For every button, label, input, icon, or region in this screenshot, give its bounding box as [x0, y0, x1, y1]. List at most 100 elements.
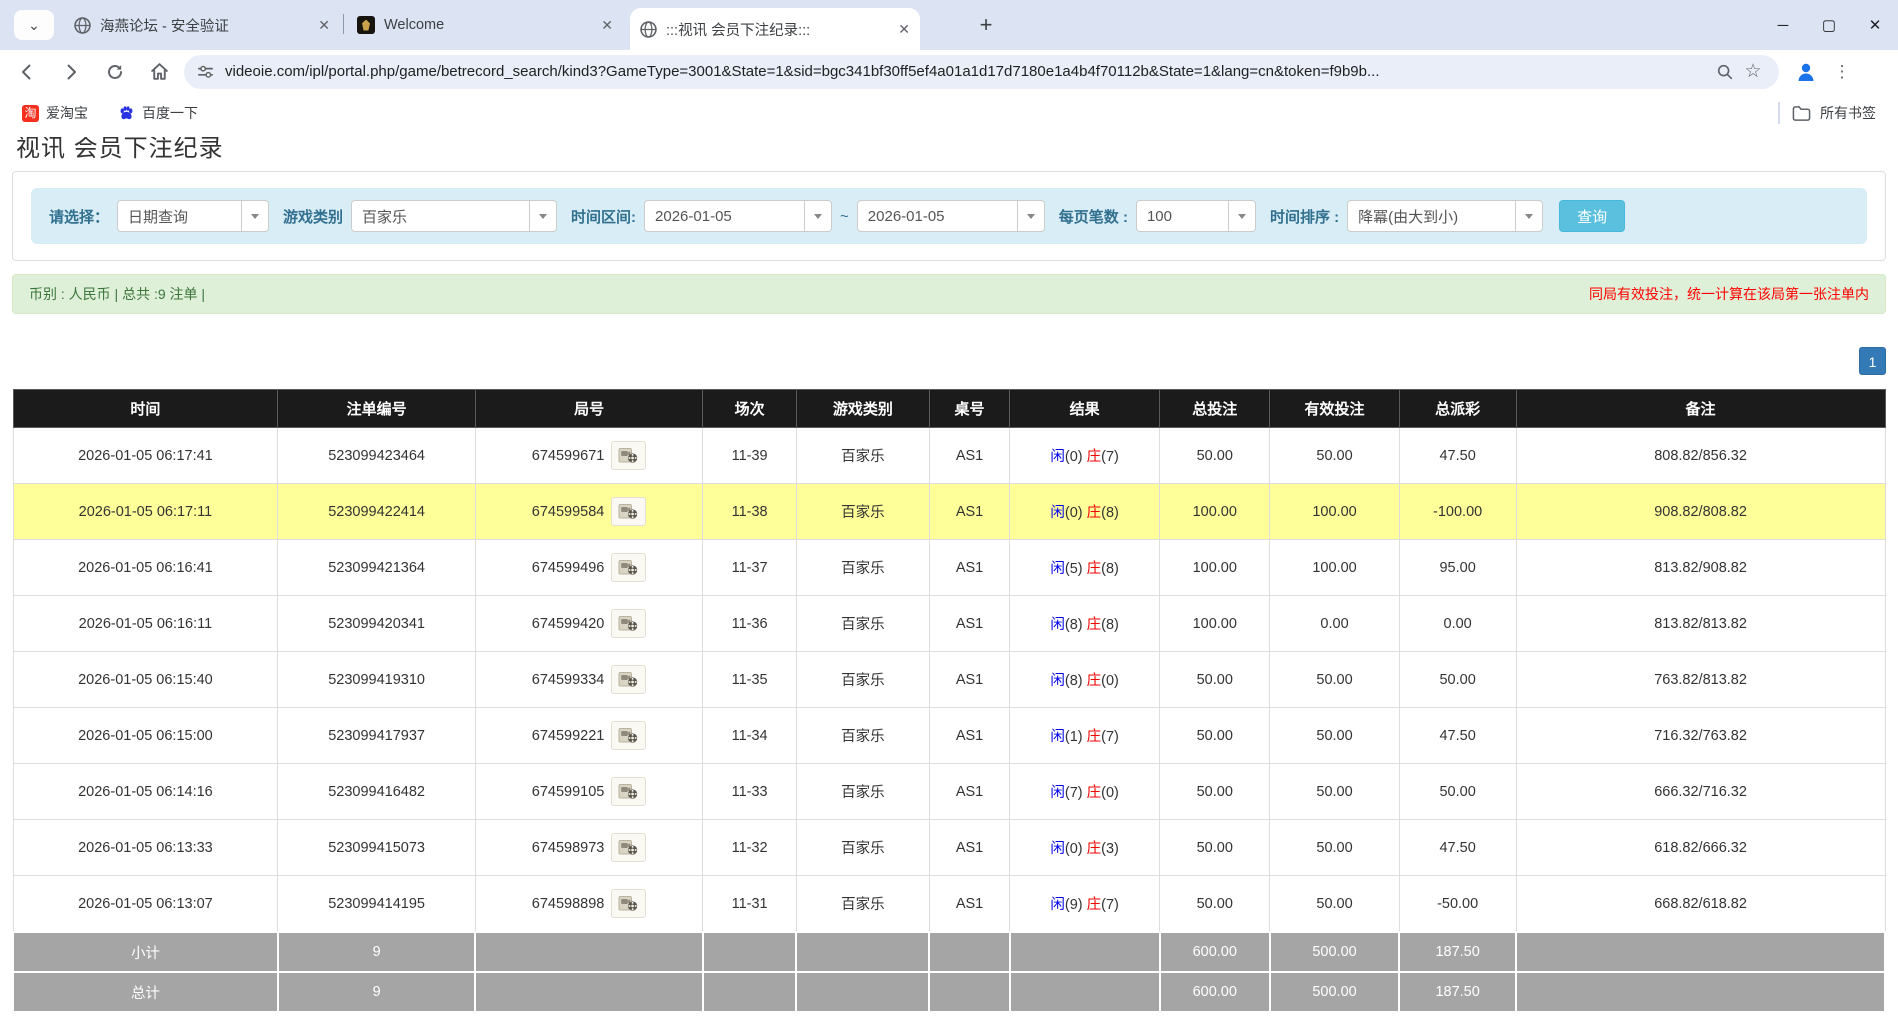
- round-number: 674599334: [532, 672, 605, 688]
- date-from-select[interactable]: 2026-01-05: [644, 200, 832, 232]
- video-replay-button[interactable]: [611, 777, 646, 806]
- query-type-select[interactable]: 日期查询: [117, 200, 269, 232]
- video-replay-button[interactable]: [611, 497, 646, 526]
- zoom-page-icon[interactable]: [1711, 63, 1739, 81]
- address-bar[interactable]: videoie.com/ipl/portal.php/game/betrecor…: [184, 55, 1779, 89]
- tab-close-icon[interactable]: ✕: [601, 17, 613, 34]
- table-row: 2026-01-05 06:13:07523099414195674598898…: [13, 876, 1885, 933]
- cell-total-bet[interactable]: 50.00: [1160, 764, 1270, 820]
- cell-valid-bet: 50.00: [1270, 876, 1399, 933]
- video-replay-button[interactable]: [611, 609, 646, 638]
- maximize-button[interactable]: ▢: [1806, 0, 1852, 50]
- cell-total-bet[interactable]: 50.00: [1160, 876, 1270, 933]
- column-header: 局号: [475, 390, 702, 428]
- bookmark-star-icon[interactable]: ☆: [1739, 60, 1767, 83]
- cell-result: 闲(0) 庄(8): [1010, 484, 1160, 540]
- bet-table-body: 2026-01-05 06:17:41523099423464674599671…: [13, 428, 1885, 1013]
- round-number: 674599105: [532, 784, 605, 800]
- bet-records-table: 时间注单编号局号场次游戏类别桌号结果总投注有效投注总派彩备注 2026-01-0…: [12, 389, 1886, 1013]
- globe-favicon-icon: [74, 17, 91, 34]
- tab-close-icon[interactable]: ✕: [898, 21, 910, 38]
- cell-total-bet[interactable]: 50.00: [1160, 820, 1270, 876]
- time-sort-select[interactable]: 降冪(由大到小): [1347, 200, 1543, 232]
- reload-button[interactable]: [100, 57, 130, 87]
- cell-note: 808.82/856.32: [1516, 428, 1885, 484]
- tab-strip: ⌄ 海燕论坛 - 安全验证 ✕ Welcome ✕ :::视讯 会员下注纪录::…: [0, 0, 1898, 50]
- video-replay-button[interactable]: [611, 889, 646, 918]
- round-number: 674599221: [532, 728, 605, 744]
- all-bookmarks-label: 所有书签: [1820, 103, 1876, 123]
- round-number: 674599671: [532, 448, 605, 464]
- profile-avatar[interactable]: [1791, 57, 1821, 87]
- video-replay-icon: [618, 727, 639, 744]
- tab-haiyan-forum[interactable]: 海燕论坛 - 安全验证 ✕: [64, 8, 340, 42]
- tab-bet-records-active[interactable]: :::视讯 会员下注纪录::: ✕: [630, 8, 920, 50]
- banker-label: 庄: [1087, 729, 1102, 745]
- summary-cell: [1010, 932, 1160, 972]
- new-tab-button[interactable]: +: [972, 12, 1000, 40]
- bookmark-baidu[interactable]: 百度一下: [118, 103, 198, 123]
- all-bookmarks-button[interactable]: 所有书签: [1792, 103, 1898, 123]
- search-button[interactable]: 查询: [1559, 200, 1625, 232]
- bookmark-taobao[interactable]: 淘 爱淘宝: [22, 103, 88, 123]
- cell-valid-bet: 100.00: [1270, 484, 1399, 540]
- tab-close-icon[interactable]: ✕: [318, 17, 330, 34]
- tab-divider: [343, 14, 344, 34]
- cell-note: 813.82/813.82: [1516, 596, 1885, 652]
- table-row: 2026-01-05 06:17:41523099423464674599671…: [13, 428, 1885, 484]
- close-window-button[interactable]: ✕: [1852, 0, 1898, 50]
- column-header: 时间: [13, 390, 278, 428]
- summary-cell: 500.00: [1270, 972, 1399, 1012]
- site-settings-icon[interactable]: [196, 62, 215, 81]
- taobao-icon: 淘: [22, 105, 39, 122]
- video-replay-button[interactable]: [611, 441, 646, 470]
- page-1-button[interactable]: 1: [1859, 347, 1886, 375]
- cell-payout: -50.00: [1399, 876, 1516, 933]
- column-header: 总投注: [1160, 390, 1270, 428]
- minimize-button[interactable]: ─: [1760, 0, 1806, 50]
- cell-bet-id: 523099420341: [278, 596, 475, 652]
- cell-total-bet[interactable]: 50.00: [1160, 428, 1270, 484]
- cell-total-bet[interactable]: 50.00: [1160, 652, 1270, 708]
- cell-note: 908.82/808.82: [1516, 484, 1885, 540]
- range-separator: ~: [840, 208, 849, 225]
- tab-search-button[interactable]: ⌄: [14, 10, 54, 40]
- cell-session: 11-34: [703, 708, 797, 764]
- forward-button[interactable]: [56, 57, 86, 87]
- tab-welcome[interactable]: Welcome ✕: [347, 8, 623, 42]
- cell-bet-id: 523099422414: [278, 484, 475, 540]
- table-row: 2026-01-05 06:15:00523099417937674599221…: [13, 708, 1885, 764]
- player-label: 闲: [1050, 449, 1065, 465]
- cell-result: 闲(5) 庄(8): [1010, 540, 1160, 596]
- table-header-row: 时间注单编号局号场次游戏类别桌号结果总投注有效投注总派彩备注: [13, 390, 1885, 428]
- summary-cell: 9: [278, 932, 475, 972]
- video-replay-button[interactable]: [611, 665, 646, 694]
- tab-title: :::视讯 会员下注纪录:::: [666, 19, 889, 40]
- summary-cell: [1010, 972, 1160, 1012]
- cell-total-bet[interactable]: 100.00: [1160, 484, 1270, 540]
- cell-total-bet[interactable]: 100.00: [1160, 596, 1270, 652]
- cell-total-bet[interactable]: 100.00: [1160, 540, 1270, 596]
- video-replay-button[interactable]: [611, 833, 646, 862]
- table-row: 2026-01-05 06:13:33523099415073674598973…: [13, 820, 1885, 876]
- browser-menu-button[interactable]: ⋮: [1829, 62, 1855, 82]
- cell-round-id: 674599420: [475, 596, 702, 652]
- home-button[interactable]: [144, 57, 174, 87]
- url-text[interactable]: videoie.com/ipl/portal.php/game/betrecor…: [225, 63, 1711, 80]
- cell-bet-id: 523099421364: [278, 540, 475, 596]
- browser-window: ⌄ 海燕论坛 - 安全验证 ✕ Welcome ✕ :::视讯 会员下注纪录::…: [0, 0, 1898, 1025]
- cell-game-type: 百家乐: [796, 484, 929, 540]
- summary-cell: 187.50: [1399, 972, 1516, 1012]
- video-replay-button[interactable]: [611, 721, 646, 750]
- cell-table-number: AS1: [929, 428, 1009, 484]
- date-to-select[interactable]: 2026-01-05: [857, 200, 1045, 232]
- banker-label: 庄: [1087, 505, 1102, 521]
- cell-table-number: AS1: [929, 708, 1009, 764]
- banker-label: 庄: [1087, 617, 1102, 633]
- cell-total-bet[interactable]: 50.00: [1160, 708, 1270, 764]
- cell-time: 2026-01-05 06:13:33: [13, 820, 278, 876]
- back-button[interactable]: [12, 57, 42, 87]
- video-replay-button[interactable]: [611, 553, 646, 582]
- page-size-select[interactable]: 100: [1136, 200, 1256, 232]
- game-type-select[interactable]: 百家乐: [351, 200, 557, 232]
